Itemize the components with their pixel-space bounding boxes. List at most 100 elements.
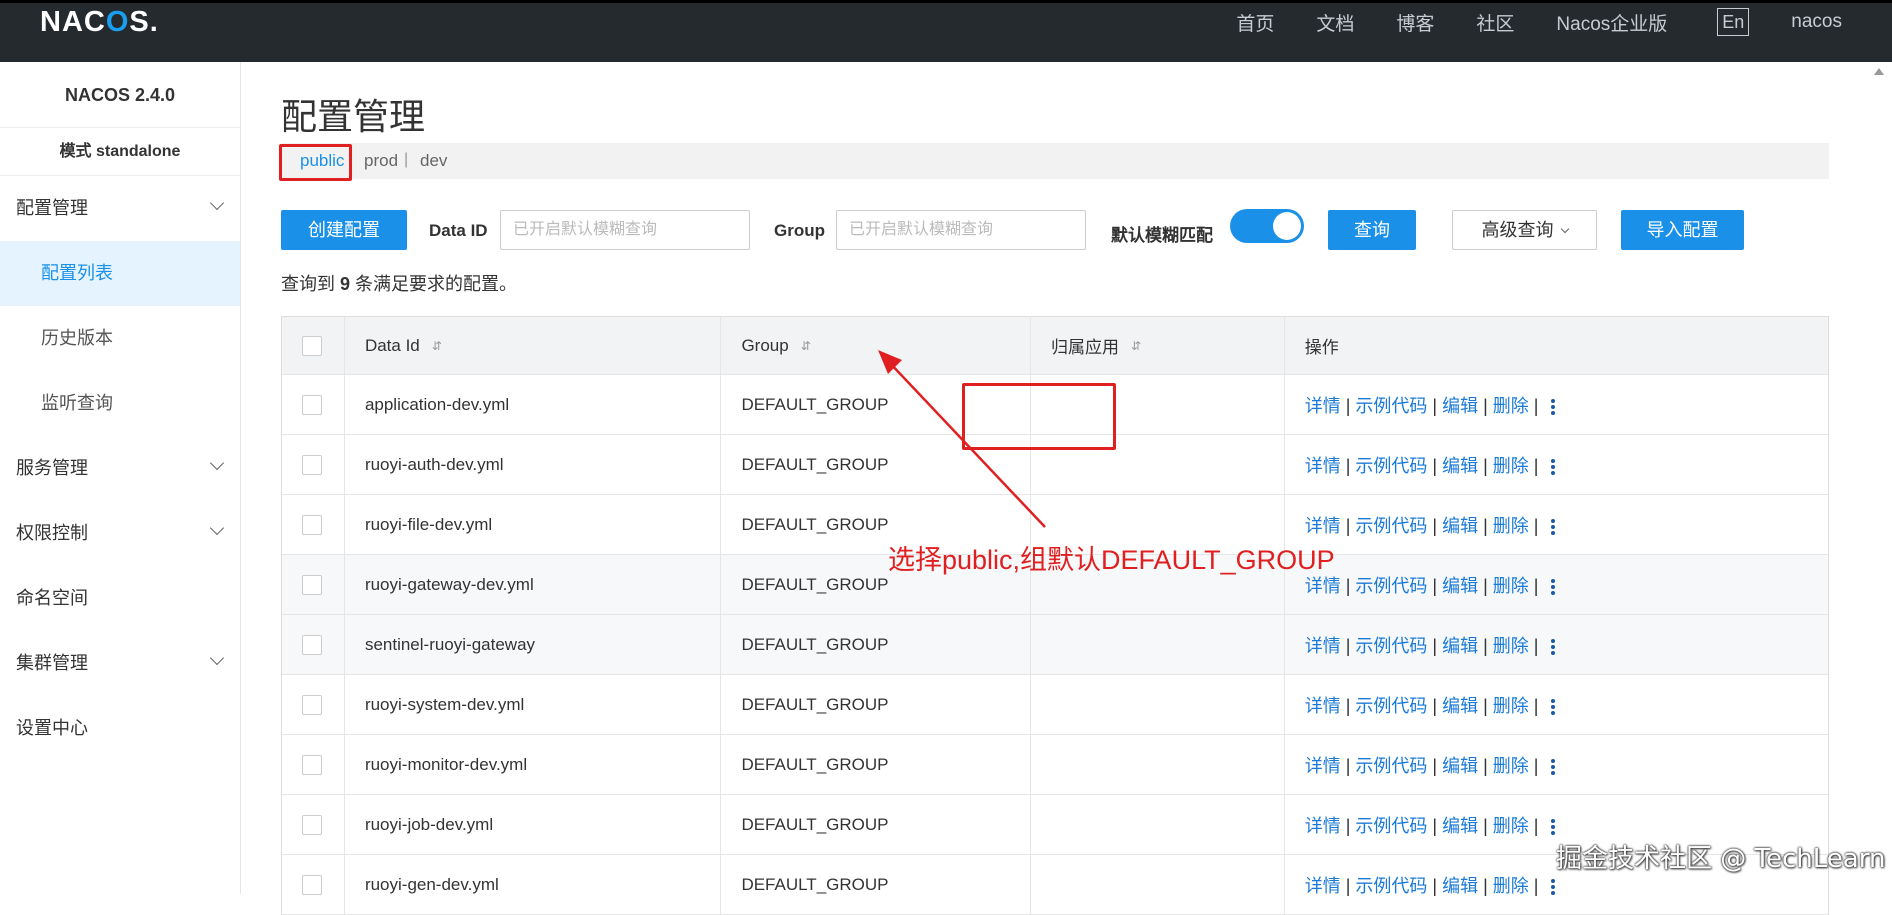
header-app[interactable]: 归属应用 ⇵ <box>1031 317 1285 374</box>
sidebar-item-service-management[interactable]: 服务管理 <box>0 436 240 501</box>
cell-data-id: ruoyi-file-dev.yml <box>345 495 722 554</box>
delete-link[interactable]: 删除 <box>1493 696 1529 716</box>
row-checkbox[interactable] <box>302 574 322 595</box>
edit-link[interactable]: 编辑 <box>1442 576 1478 596</box>
sidebar-item-namespace[interactable]: 命名空间 <box>0 566 240 631</box>
sidebar-item-config-management[interactable]: 配置管理 <box>0 176 240 241</box>
sample-code-link[interactable]: 示例代码 <box>1355 756 1427 776</box>
row-checkbox[interactable] <box>302 454 322 475</box>
detail-link[interactable]: 详情 <box>1305 816 1341 836</box>
delete-link[interactable]: 删除 <box>1493 456 1529 476</box>
sample-code-link[interactable]: 示例代码 <box>1355 576 1427 596</box>
edit-link[interactable]: 编辑 <box>1442 876 1478 896</box>
data-id-input[interactable]: 已开启默认模糊查询 <box>500 210 750 250</box>
group-input[interactable]: 已开启默认模糊查询 <box>836 210 1086 250</box>
sidebar-item-access-control[interactable]: 权限控制 <box>0 501 240 566</box>
scroll-up-icon[interactable] <box>1874 68 1884 75</box>
nav-link-blog[interactable]: 博客 <box>1396 9 1434 36</box>
namespace-bar: public | prod | dev <box>281 143 1829 179</box>
delete-link[interactable]: 删除 <box>1493 516 1529 536</box>
language-switch-button[interactable]: En <box>1717 8 1750 36</box>
detail-link[interactable]: 详情 <box>1305 396 1341 416</box>
more-icon[interactable] <box>1551 757 1556 777</box>
cell-data-id: ruoyi-job-dev.yml <box>345 795 722 854</box>
row-checkbox[interactable] <box>302 634 322 655</box>
nav-link-community[interactable]: 社区 <box>1476 9 1514 36</box>
row-checkbox-cell <box>282 375 345 434</box>
detail-link[interactable]: 详情 <box>1305 756 1341 776</box>
watermark: 掘金技术社区 @ TechLearn <box>1556 844 1886 874</box>
sidebar-item-listener-query[interactable]: 监听查询 <box>0 371 240 436</box>
sidebar-item-cluster-management[interactable]: 集群管理 <box>0 631 240 696</box>
delete-link[interactable]: 删除 <box>1493 636 1529 656</box>
sidebar-item-history[interactable]: 历史版本 <box>0 306 240 371</box>
chevron-down-icon <box>209 455 225 471</box>
detail-link[interactable]: 详情 <box>1305 636 1341 656</box>
edit-link[interactable]: 编辑 <box>1442 396 1478 416</box>
more-icon[interactable] <box>1551 517 1556 537</box>
fuzzy-match-toggle[interactable] <box>1230 209 1304 243</box>
sidebar-item-label: 配置管理 <box>16 198 88 218</box>
row-checkbox[interactable] <box>302 394 322 415</box>
select-all-checkbox[interactable] <box>302 335 322 356</box>
delete-link[interactable]: 删除 <box>1493 876 1529 896</box>
namespace-dev[interactable]: dev <box>420 151 447 171</box>
delete-link[interactable]: 删除 <box>1493 756 1529 776</box>
more-icon[interactable] <box>1551 637 1556 657</box>
sample-code-link[interactable]: 示例代码 <box>1355 816 1427 836</box>
delete-link[interactable]: 删除 <box>1493 396 1529 416</box>
sidebar-version: NACOS 2.4.0 <box>0 62 240 128</box>
sample-code-link[interactable]: 示例代码 <box>1355 636 1427 656</box>
sort-icon[interactable]: ⇵ <box>801 339 811 353</box>
sample-code-link[interactable]: 示例代码 <box>1355 456 1427 476</box>
edit-link[interactable]: 编辑 <box>1442 456 1478 476</box>
nav-link-docs[interactable]: 文档 <box>1316 9 1354 36</box>
edit-link[interactable]: 编辑 <box>1442 816 1478 836</box>
detail-link[interactable]: 详情 <box>1305 876 1341 896</box>
advanced-query-button[interactable]: 高级查询 <box>1452 210 1597 250</box>
sort-icon[interactable]: ⇵ <box>432 339 442 353</box>
more-icon[interactable] <box>1551 817 1556 837</box>
more-icon[interactable] <box>1551 577 1556 597</box>
user-menu[interactable]: nacos <box>1791 11 1842 33</box>
import-config-button[interactable]: 导入配置 <box>1621 210 1744 250</box>
edit-link[interactable]: 编辑 <box>1442 636 1478 656</box>
query-button[interactable]: 查询 <box>1328 210 1416 250</box>
header-group[interactable]: Group ⇵ <box>721 317 1032 374</box>
row-checkbox[interactable] <box>302 874 322 895</box>
row-checkbox[interactable] <box>302 754 322 775</box>
edit-link[interactable]: 编辑 <box>1442 516 1478 536</box>
more-icon[interactable] <box>1551 457 1556 477</box>
sample-code-link[interactable]: 示例代码 <box>1355 696 1427 716</box>
more-icon[interactable] <box>1551 397 1556 417</box>
sidebar-item-config-list[interactable]: 配置列表 <box>0 241 240 306</box>
nacos-logo[interactable]: NACOS. <box>40 6 159 38</box>
delete-link[interactable]: 删除 <box>1493 816 1529 836</box>
detail-link[interactable]: 详情 <box>1305 696 1341 716</box>
sample-code-link[interactable]: 示例代码 <box>1355 876 1427 896</box>
sample-code-link[interactable]: 示例代码 <box>1355 396 1427 416</box>
nav-link-home[interactable]: 首页 <box>1236 9 1274 36</box>
table-header-row: Data Id ⇵ Group ⇵ 归属应用 ⇵ 操作 <box>282 317 1828 375</box>
create-config-button[interactable]: 创建配置 <box>281 210 407 250</box>
edit-link[interactable]: 编辑 <box>1442 696 1478 716</box>
edit-link[interactable]: 编辑 <box>1442 756 1478 776</box>
nav-link-enterprise[interactable]: Nacos企业版 <box>1556 9 1667 36</box>
detail-link[interactable]: 详情 <box>1305 516 1341 536</box>
detail-link[interactable]: 详情 <box>1305 456 1341 476</box>
fuzzy-match-label: 默认模糊匹配 <box>1111 226 1213 245</box>
data-id-label: Data ID <box>429 221 488 240</box>
row-checkbox-cell <box>282 615 345 674</box>
detail-link[interactable]: 详情 <box>1305 576 1341 596</box>
header-data-id[interactable]: Data Id ⇵ <box>345 317 722 374</box>
sidebar-item-settings[interactable]: 设置中心 <box>0 696 240 761</box>
more-icon[interactable] <box>1551 697 1556 717</box>
row-checkbox[interactable] <box>302 814 322 835</box>
row-checkbox[interactable] <box>302 514 322 535</box>
table-row: ruoyi-monitor-dev.yml DEFAULT_GROUP 详情 | 示例代… <box>282 735 1828 795</box>
row-checkbox[interactable] <box>302 694 322 715</box>
delete-link[interactable]: 删除 <box>1493 576 1529 596</box>
sort-icon[interactable]: ⇵ <box>1131 339 1141 353</box>
namespace-prod[interactable]: prod <box>364 151 398 171</box>
sample-code-link[interactable]: 示例代码 <box>1355 516 1427 536</box>
